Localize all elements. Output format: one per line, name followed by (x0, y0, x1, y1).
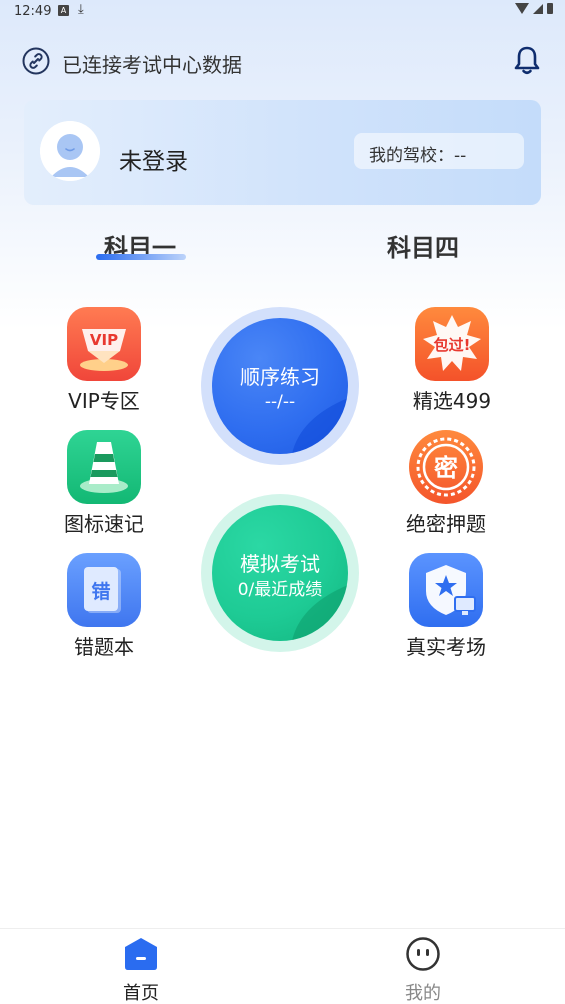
user-card[interactable]: 未登录 我的驾校：-- (24, 100, 541, 205)
connection-status-text: 已连接考试中心数据 (62, 53, 242, 77)
battery-icon (547, 3, 553, 14)
traffic-cone-graphic (80, 442, 128, 493)
exam-hall-icon (409, 553, 483, 627)
pass-badge-text: 包过! (434, 336, 471, 354)
wrong-badge-text: 错 (91, 580, 110, 603)
nav-mine[interactable]: 我的 (363, 929, 483, 1004)
feature-label: VIP专区 (68, 389, 140, 413)
feature-label: 图标速记 (64, 512, 144, 536)
signal-icon (533, 3, 543, 14)
status-icons (515, 3, 553, 14)
traffic-cone-icon (67, 430, 141, 504)
feature-selected-499[interactable]: 包过! 精选499 (382, 307, 522, 414)
nav-home[interactable]: 首页 (81, 929, 201, 1004)
exam-title: 模拟考试 (240, 552, 320, 576)
vip-icon: VIP (67, 307, 141, 381)
user-avatar-icon (40, 121, 100, 181)
feature-real-exam-hall[interactable]: 真实考场 (376, 553, 516, 660)
exam-score: 0/最近成绩 (237, 580, 323, 600)
tab-subject-four[interactable]: 科目四 (387, 228, 459, 263)
secret-stamp-icon: 密 (409, 430, 483, 504)
mock-exam-button[interactable]: 模拟考试 0/最近成绩 (201, 494, 359, 652)
link-icon (22, 47, 50, 75)
feature-wrong-questions[interactable]: 错 错题本 (34, 553, 174, 660)
feature-label: 绝密押题 (406, 512, 486, 536)
my-driving-school[interactable]: 我的驾校：-- (354, 133, 524, 169)
practice-title: 顺序练习 (240, 365, 320, 389)
notification-a-icon: A (58, 5, 69, 16)
bell-icon[interactable] (512, 45, 542, 77)
vip-badge-graphic: VIP (80, 329, 128, 371)
nav-mine-label: 我的 (405, 983, 441, 1004)
guaranteed-pass-graphic: 包过! (423, 315, 481, 371)
practice-progress: --/-- (264, 392, 296, 412)
sequential-practice-button[interactable]: 顺序练习 --/-- (201, 307, 359, 465)
profile-face-icon (406, 937, 440, 971)
feature-secret-questions[interactable]: 密 绝密押题 (376, 430, 516, 537)
download-icon: ⤓ (78, 2, 84, 17)
feature-label: 错题本 (74, 635, 134, 659)
secret-badge-text: 密 (434, 454, 458, 482)
exam-circle-inner: 模拟考试 0/最近成绩 (212, 505, 348, 641)
status-bar: 12:49 A ⤓ (0, 0, 565, 26)
home-icon (125, 938, 157, 970)
exam-hall-graphic (426, 565, 476, 615)
status-time: 12:49 (14, 4, 52, 19)
connection-row: 已连接考试中心数据 (22, 45, 542, 79)
bottom-navigation: 首页 我的 (0, 928, 565, 1004)
wifi-icon (515, 3, 529, 14)
feature-sign-memory[interactable]: 图标速记 (34, 430, 174, 537)
wrong-book-graphic: 错 (84, 567, 121, 613)
secret-stamp-graphic: 密 (416, 437, 476, 497)
login-status-text[interactable]: 未登录 (119, 142, 188, 176)
practice-circle-inner: 顺序练习 --/-- (212, 318, 348, 454)
feature-label: 真实考场 (406, 635, 486, 659)
feature-vip-zone[interactable]: VIP VIP专区 (34, 307, 174, 414)
vip-badge-text: VIP (90, 331, 118, 349)
avatar[interactable] (40, 121, 100, 181)
nav-home-label: 首页 (123, 983, 159, 1004)
wrong-book-icon: 错 (67, 553, 141, 627)
tab-active-indicator (96, 254, 186, 260)
guaranteed-pass-icon: 包过! (415, 307, 489, 381)
feature-label: 精选499 (412, 389, 492, 413)
